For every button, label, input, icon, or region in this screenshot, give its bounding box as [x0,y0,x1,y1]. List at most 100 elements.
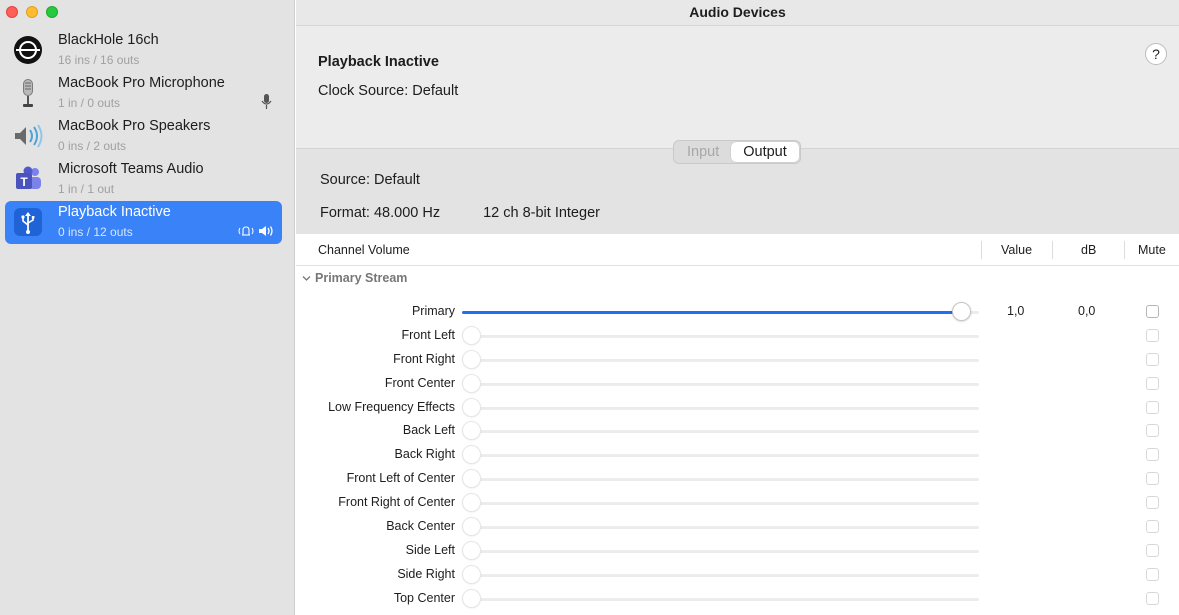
channel-name: Back Right [394,447,455,462]
volume-slider-knob[interactable] [462,445,481,465]
device-item-teams[interactable]: T Microsoft Teams Audio 1 in / 1 out [5,158,282,201]
mute-checkbox[interactable] [1146,328,1159,342]
mute-checkbox[interactable] [1146,352,1159,366]
zoom-window-button[interactable] [46,6,58,18]
volume-slider-knob[interactable] [462,564,481,584]
volume-slider[interactable] [462,358,979,362]
tab-input[interactable]: Input [675,142,731,162]
channel-row: Top Center [296,587,1179,611]
channel-name: Front Center [384,375,455,390]
mute-checkbox[interactable] [1146,376,1159,390]
mute-checkbox[interactable] [1146,567,1159,581]
alert-sound-icon [238,226,254,236]
chevron-down-icon[interactable] [302,271,311,285]
channel-name: Front Right [393,351,455,366]
volume-slider[interactable] [462,502,979,506]
stream-group-header[interactable]: Primary Stream [302,271,407,285]
volume-slider[interactable] [462,430,979,434]
device-io: 16 ins / 16 outs [58,53,140,67]
channel-row: Back Right [296,443,1179,467]
volume-slider[interactable] [462,406,979,410]
channel-row: Back Left [296,419,1179,443]
volume-slider-fill [462,311,970,314]
channel-name: Front Left [401,327,456,342]
column-divider [1124,241,1125,259]
volume-slider[interactable] [462,454,979,458]
channel-name: Front Left of Center [346,471,455,486]
volume-slider[interactable] [462,549,979,553]
channel-name: Side Right [397,566,455,581]
input-output-segmented-control: Input Output [673,140,801,164]
volume-slider[interactable] [462,573,979,577]
device-name: MacBook Pro Microphone [58,75,225,91]
volume-slider-knob[interactable] [462,493,481,513]
device-title: Playback Inactive [318,54,439,70]
column-header-value[interactable]: Value [1001,243,1032,257]
help-button[interactable]: ? [1145,43,1167,65]
volume-slider-knob[interactable] [462,397,481,417]
format-detail[interactable]: 12 ch 8-bit Integer [483,205,600,221]
device-io: 1 in / 1 out [58,182,115,196]
close-window-button[interactable] [6,6,18,18]
channel-name: Low Frequency Effects [328,399,455,414]
mute-checkbox[interactable] [1146,472,1159,486]
volume-slider[interactable] [462,597,979,601]
volume-slider-knob[interactable] [462,588,481,608]
usb-icon [14,208,42,236]
column-header-channel[interactable]: Channel Volume [318,243,410,257]
mute-checkbox[interactable] [1146,400,1159,414]
channel-name: Front Right of Center [338,495,455,510]
device-sidebar: BlackHole 16ch 16 ins / 16 outs MacBook … [0,0,295,615]
channel-row: Front Center [296,372,1179,396]
device-item-playback-inactive[interactable]: Playback Inactive 0 ins / 12 outs [5,201,282,244]
mute-checkbox[interactable] [1146,305,1159,318]
device-item-microphone[interactable]: MacBook Pro Microphone 1 in / 0 outs [5,72,282,115]
channel-row: Front Right of Center [296,491,1179,515]
device-item-speakers[interactable]: MacBook Pro Speakers 0 ins / 2 outs [5,115,282,158]
volume-slider-knob[interactable] [462,373,481,393]
stream-info-panel: Input Output Source: Default Format: 48.… [296,140,1179,234]
volume-slider[interactable] [462,526,979,530]
channel-row: Primary 1,0 0,0 [296,300,1179,324]
channel-value: 1,0 [1007,304,1025,318]
mute-checkbox[interactable] [1146,591,1159,605]
minimize-window-button[interactable] [26,6,38,18]
channel-row: Side Left [296,539,1179,563]
mute-checkbox[interactable] [1146,496,1159,510]
device-io: 1 in / 0 outs [58,96,121,110]
device-io: 0 ins / 2 outs [58,139,127,153]
volume-slider-knob[interactable] [952,302,971,321]
source-label: Source: Default [320,172,420,188]
format-rate[interactable]: Format: 48.000 Hz [320,205,440,221]
column-header-mute[interactable]: Mute [1138,243,1166,257]
volume-slider-knob[interactable] [462,325,481,345]
tab-output[interactable]: Output [731,142,799,162]
channel-name: Back Center [386,519,455,534]
window-title: Audio Devices [296,0,1179,26]
channel-row: Side Right [296,563,1179,587]
volume-slider-knob[interactable] [462,349,481,369]
main-pane: Audio Devices Playback Inactive Clock So… [296,0,1179,615]
channel-rows: Primary 1,0 0,0 Front Left Front Right Front … [296,300,1179,611]
channel-volume-table: Channel Volume Value dB Mute Primary Str… [296,234,1179,615]
channel-row: Back Center [296,515,1179,539]
volume-slider-knob[interactable] [462,421,481,441]
channel-name: Primary [411,304,455,318]
volume-slider-knob[interactable] [462,469,481,489]
mute-checkbox[interactable] [1146,543,1159,557]
volume-slider-knob[interactable] [462,517,481,537]
device-item-blackhole[interactable]: BlackHole 16ch 16 ins / 16 outs [5,29,282,72]
volume-slider[interactable] [462,334,979,338]
volume-slider[interactable] [462,478,979,482]
device-list: BlackHole 16ch 16 ins / 16 outs MacBook … [5,29,282,244]
mute-checkbox[interactable] [1146,424,1159,438]
volume-slider[interactable] [462,311,979,314]
volume-slider[interactable] [462,382,979,386]
mute-checkbox[interactable] [1146,448,1159,462]
device-header: Playback Inactive Clock Source: Default … [296,26,1179,148]
volume-slider-knob[interactable] [462,540,481,560]
column-header-db[interactable]: dB [1081,243,1096,257]
mute-checkbox[interactable] [1146,520,1159,534]
channel-row: Low Frequency Effects [296,396,1179,420]
speaker-icon [15,124,43,148]
